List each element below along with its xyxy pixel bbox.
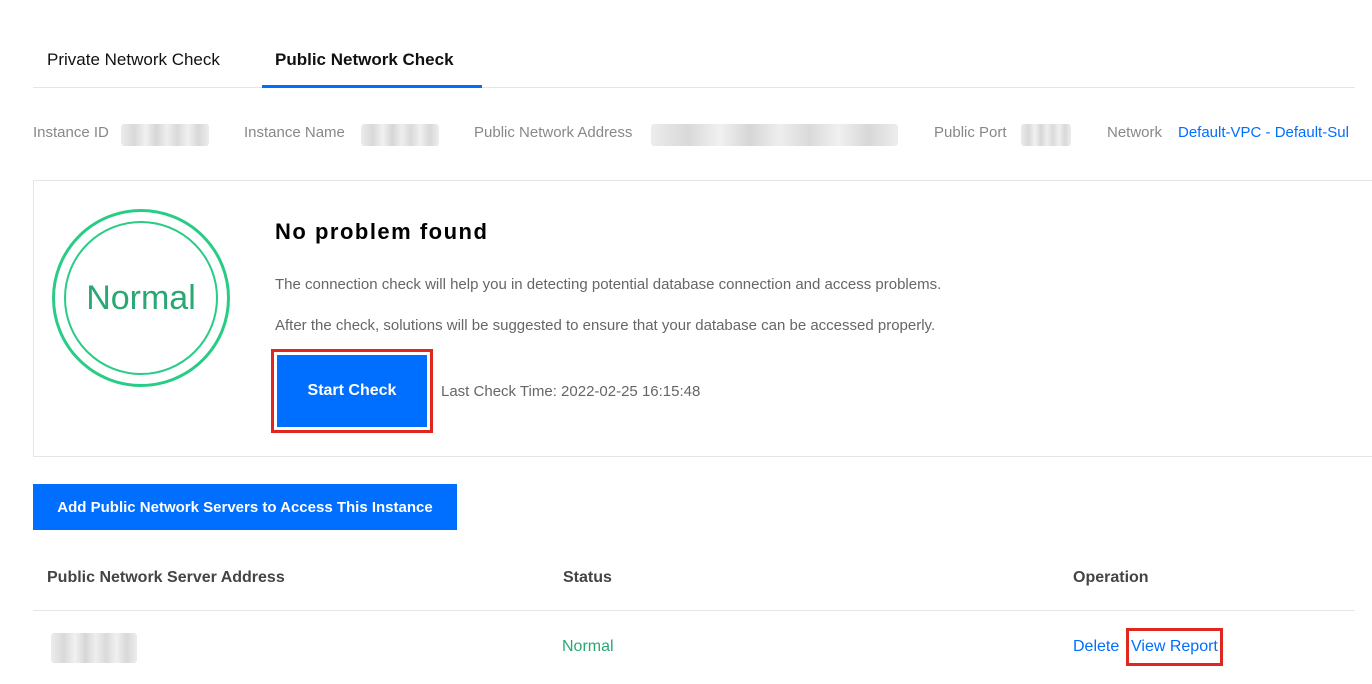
server-address-redacted xyxy=(51,633,137,663)
status-ring-text: Normal xyxy=(64,221,218,375)
network-check-page: Private Network Check Public Network Che… xyxy=(0,0,1372,684)
check-result-title: No problem found xyxy=(275,219,489,244)
start-check-button[interactable]: Start Check xyxy=(271,349,433,433)
instance-info-row: Instance ID Instance Name Public Network… xyxy=(33,118,1372,148)
status-badge: Normal xyxy=(562,638,614,655)
network-link[interactable]: Default-VPC - Default-Sul xyxy=(1178,118,1349,148)
column-header-operation: Operation xyxy=(1073,569,1149,586)
public-port-label: Public Port xyxy=(934,124,1007,141)
table-header: Public Network Server Address Status Ope… xyxy=(33,556,1355,611)
check-description-line2: After the check, solutions will be sugge… xyxy=(275,317,936,334)
table-row: Normal Delete View Report xyxy=(33,611,1355,684)
public-address-value-redacted xyxy=(651,124,898,146)
public-address-label: Public Network Address xyxy=(474,124,633,141)
tab-public-network-check[interactable]: Public Network Check xyxy=(275,30,454,87)
instance-name-label: Instance Name xyxy=(244,124,345,141)
connection-check-panel: Normal No problem found The connection c… xyxy=(33,180,1372,457)
delete-link[interactable]: Delete xyxy=(1073,611,1119,683)
column-header-server-address: Public Network Server Address xyxy=(47,569,285,586)
network-label: Network xyxy=(1107,124,1163,141)
active-tab-indicator xyxy=(262,85,482,88)
last-check-time: Last Check Time: 2022-02-25 16:15:48 xyxy=(441,383,701,400)
tab-private-network-check[interactable]: Private Network Check xyxy=(47,30,220,87)
public-port-value-redacted xyxy=(1021,124,1071,146)
view-report-link[interactable]: View Report xyxy=(1126,628,1223,666)
add-public-network-servers-button[interactable]: Add Public Network Servers to Access Thi… xyxy=(33,484,457,530)
column-header-status: Status xyxy=(563,569,612,586)
instance-id-label: Instance ID xyxy=(33,124,109,141)
tab-bar: Private Network Check Public Network Che… xyxy=(33,30,1355,88)
check-description-line1: The connection check will help you in de… xyxy=(275,276,942,293)
instance-name-value-redacted xyxy=(361,124,439,146)
instance-id-value-redacted xyxy=(121,124,209,146)
status-ring-icon: Normal xyxy=(52,209,230,387)
